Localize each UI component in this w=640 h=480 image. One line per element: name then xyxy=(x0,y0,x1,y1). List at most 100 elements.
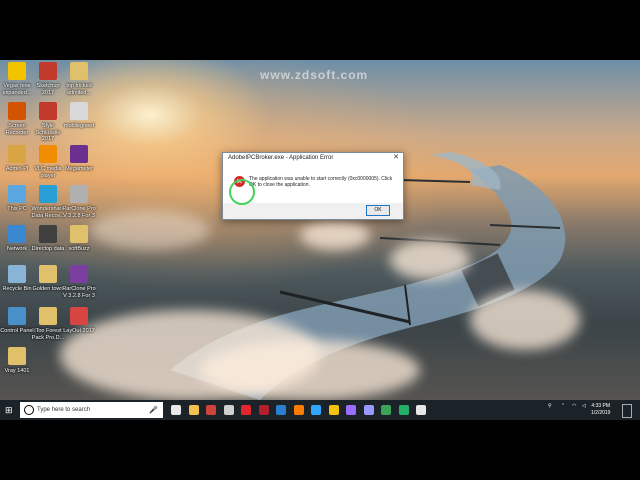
people-icon[interactable]: ⚲ xyxy=(548,403,552,409)
microphone-icon[interactable]: 🎤 xyxy=(149,406,158,414)
letterbox-bottom xyxy=(0,420,640,480)
taskbar-clock[interactable]: 4:33 PM 1/2/2019 xyxy=(591,403,610,416)
desktop-icon[interactable]: Screen Recorder xyxy=(0,102,34,136)
desktop-icon-label: Megameter xyxy=(65,166,93,172)
watermark-text: www.zdsoft.com xyxy=(260,68,369,82)
desktop-wallpaper xyxy=(0,60,640,400)
taskbar-green-app-icon[interactable] xyxy=(381,405,391,415)
taskbar-premiere-icon[interactable] xyxy=(346,405,356,415)
search-placeholder: Type here to search xyxy=(37,407,91,413)
clock-time: 4:33 PM xyxy=(591,403,611,409)
start-button[interactable]: ⊞ xyxy=(5,405,15,415)
notification-icon[interactable] xyxy=(622,404,632,418)
fog-cloud xyxy=(390,240,470,280)
desktop-icon[interactable]: Directop data xyxy=(31,225,65,253)
app-icon xyxy=(39,225,57,243)
taskbar-sketchup-icon[interactable] xyxy=(206,405,216,415)
desktop-icon-label: Recycle Bin xyxy=(2,286,32,292)
film-icon xyxy=(8,62,26,80)
desktop-icon-label: Directop data xyxy=(31,246,65,252)
desktop-icon-label: top tricked admited... xyxy=(66,83,92,96)
sketchup-icon xyxy=(39,62,57,80)
taskbar-photoshop-icon[interactable] xyxy=(311,405,321,415)
desktop-icon[interactable]: Network xyxy=(0,225,34,253)
search-icon xyxy=(24,405,34,415)
desktop-icon[interactable]: Admin-Pl xyxy=(0,145,34,173)
taskbar-edge-app-icon[interactable] xyxy=(399,405,409,415)
taskbar-media-icon[interactable] xyxy=(259,405,269,415)
fog-cloud xyxy=(300,220,370,250)
record-icon xyxy=(8,102,26,120)
taskbar-illustrator-icon[interactable] xyxy=(294,405,304,415)
desktop-icon[interactable]: RarClone Pro V 3.2.8 For 3 xyxy=(62,265,96,299)
chevron-up-icon[interactable]: ⌃ xyxy=(561,403,565,409)
clock-date: 1/2/2019 xyxy=(591,409,611,416)
desktop-icon[interactable]: Control Panel xyxy=(0,307,34,335)
desktop-icon[interactable]: mobilegreed xyxy=(62,102,96,130)
desktop-icon-label: mobilegreed xyxy=(63,123,95,129)
volume-icon[interactable]: ◁ xyxy=(582,403,586,409)
document-icon xyxy=(70,185,88,203)
desktop-icon-label: Control Panel xyxy=(0,328,34,334)
taskbar-chrome-icon[interactable] xyxy=(329,405,339,415)
search-box[interactable]: Type here to search 🎤 xyxy=(20,402,163,418)
desktop-icon[interactable]: VLC media player xyxy=(31,145,65,179)
taskbar: ⊞ Type here to search 🎤 ⚲ ⌃ ◠ ◁ 4:33 PM … xyxy=(0,400,640,420)
desktop-icon-label: Vegas nine expanded... xyxy=(2,83,32,96)
winrar-icon xyxy=(70,265,88,283)
dialog-message: The application was unable to start corr… xyxy=(249,176,393,188)
fog-cloud xyxy=(200,340,420,400)
recovery-icon xyxy=(39,185,57,203)
desktop-icon[interactable]: Vray 1401 xyxy=(0,347,34,375)
taskbar-film-icon[interactable] xyxy=(224,405,234,415)
desktop-icon[interactable]: Megameter xyxy=(62,145,96,173)
desktop-icon-label: Screen Recorder xyxy=(5,123,29,136)
fog-cloud xyxy=(470,290,580,350)
taskbar-after-effects-icon[interactable] xyxy=(364,405,374,415)
fog-cloud xyxy=(90,210,210,250)
desktop-icon[interactable]: Recycle Bin xyxy=(0,265,34,293)
recycle-bin-icon xyxy=(8,265,26,283)
desktop-icon[interactable]: Sketchup 2017 xyxy=(31,62,65,96)
document-icon xyxy=(70,62,88,80)
taskbar-recorder-icon[interactable] xyxy=(276,405,286,415)
taskbar-active-window-icon[interactable] xyxy=(416,405,426,415)
desktop-icon-label: LayOut 2017 xyxy=(63,328,95,334)
desktop-icon-label: Wondershare Data Recov... xyxy=(31,206,65,219)
user-folder-icon xyxy=(8,145,26,163)
vlc-icon xyxy=(39,145,57,163)
wifi-icon[interactable]: ◠ xyxy=(572,403,576,409)
desktop-icon-label: Admin-Pl xyxy=(5,166,29,172)
control-panel-icon xyxy=(8,307,26,325)
desktop-icon[interactable]: RarClone Pro V 3.2.8 For 3 xyxy=(62,185,96,219)
ok-button[interactable]: OK xyxy=(366,205,390,216)
desktop-icon[interactable]: Wondershare Data Recov... xyxy=(31,185,65,219)
taskbar-task-view-icon[interactable] xyxy=(171,405,181,415)
desktop-icon-label: softBuzz xyxy=(68,246,90,252)
desktop-icon-label: iToo Forest Pack Pro.D... xyxy=(31,328,65,341)
desktop-icon-label: VLC media player xyxy=(34,166,62,179)
cursor-highlight xyxy=(229,179,255,205)
desktop-icon[interactable]: This PC xyxy=(0,185,34,213)
desktop-icon-label: Vray 1401 xyxy=(4,368,30,374)
folder-icon xyxy=(39,307,57,325)
taskbar-opera-icon[interactable] xyxy=(241,405,251,415)
dialog-title: AdobeIPCBroker.exe - Application Error xyxy=(228,155,334,161)
desktop-icon[interactable]: Vegas nine expanded... xyxy=(0,62,34,96)
close-icon[interactable]: ✕ xyxy=(393,153,399,161)
desktop-icon[interactable]: iToo Forest Pack Pro.D... xyxy=(31,307,65,341)
folder-icon xyxy=(8,347,26,365)
letterbox-top xyxy=(0,0,640,60)
desktop-icon[interactable]: top tricked admited... xyxy=(62,62,96,96)
desktop-icon[interactable]: LayOut 2017 xyxy=(62,307,96,335)
desktop-icon[interactable]: softBuzz xyxy=(62,225,96,253)
desktop-icon-label: This PC xyxy=(7,206,27,212)
desktop-icon-label: Style Schlüsslle 2017 xyxy=(35,123,61,142)
taskbar-file-explorer-icon[interactable] xyxy=(189,405,199,415)
desktop-icon-label: Golden town xyxy=(32,286,64,292)
desktop-icon[interactable]: Style Schlüsslle 2017 xyxy=(31,102,65,143)
network-icon xyxy=(8,225,26,243)
computer-icon xyxy=(8,185,26,203)
desktop-icon[interactable]: Golden town xyxy=(31,265,65,293)
winrar-icon xyxy=(70,145,88,163)
